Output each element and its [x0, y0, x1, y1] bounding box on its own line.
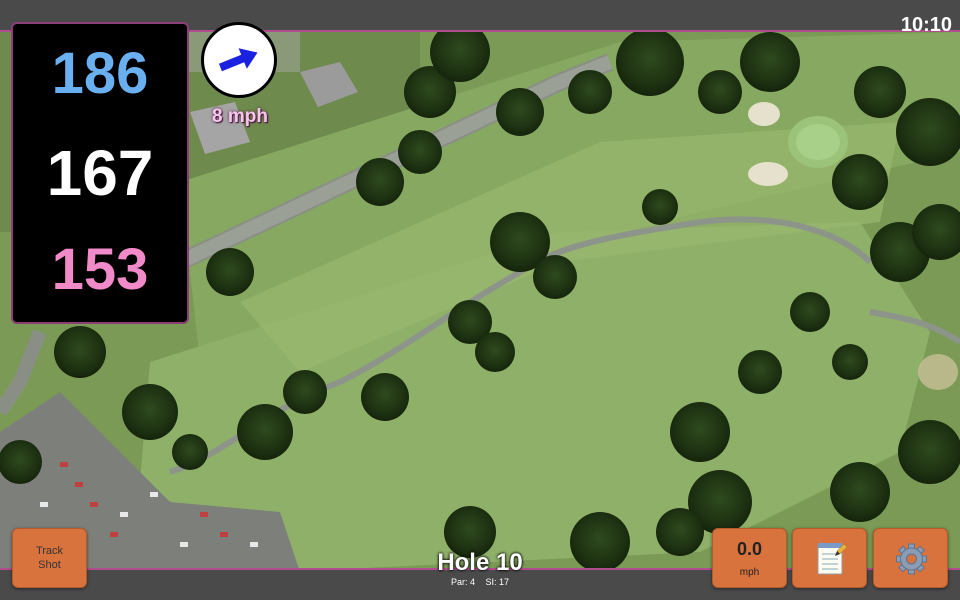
hole-stroke-index: SI: 17	[485, 577, 510, 587]
hole-info: Par: 4 SI: 17	[380, 577, 580, 587]
back-distance: 186	[51, 41, 149, 106]
front-distance: 153	[51, 237, 149, 302]
speed-unit: mph	[739, 567, 760, 578]
hole-title: Hole 10	[437, 549, 523, 576]
wind-direction-arrow-icon	[218, 48, 258, 72]
track-shot-label-line2: Shot	[38, 559, 61, 571]
speed-value: 0.0	[736, 539, 763, 559]
settings-button[interactable]	[873, 528, 948, 588]
center-distance: 167	[46, 137, 154, 209]
notepad-icon	[817, 543, 848, 575]
wind-direction-dial	[201, 22, 277, 98]
clock-time: 10:10	[900, 14, 952, 36]
wind-speed-label: 8 mph	[212, 106, 268, 127]
track-shot-button[interactable]: Track Shot	[12, 528, 87, 588]
gear-icon	[896, 543, 927, 575]
golf-gps-screen: 10:10 186 167 153 8 mph Hole 10 Par: 4 S…	[0, 0, 960, 600]
distance-panel: 186 167 153	[11, 22, 189, 324]
notes-button[interactable]	[792, 528, 867, 588]
track-shot-label: Track Shot	[36, 544, 63, 572]
speed-button[interactable]: 0.0 mph	[712, 528, 787, 588]
track-shot-label-line1: Track	[35, 545, 64, 557]
hole-par: Par: 4	[450, 577, 475, 587]
